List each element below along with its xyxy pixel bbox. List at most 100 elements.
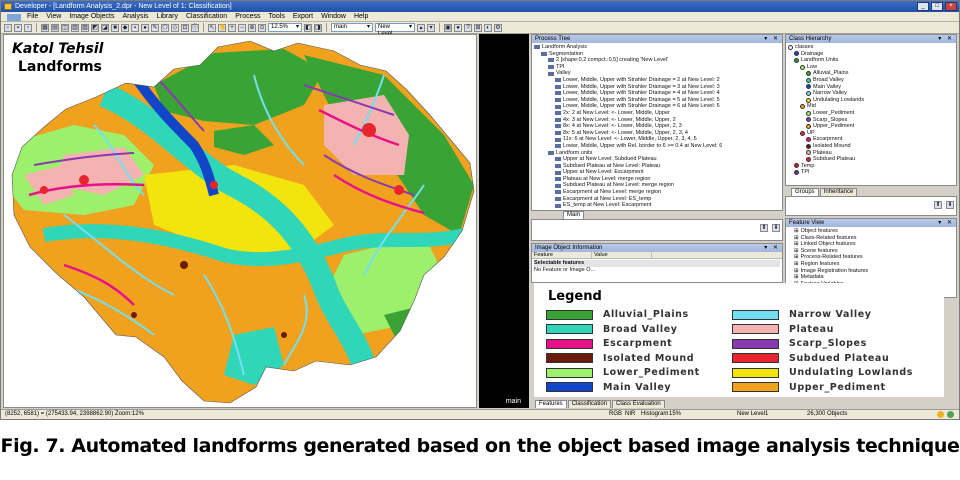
class-tree-row[interactable]: Undulating Lowlands [788, 97, 954, 104]
menu-item[interactable]: Image Objects [69, 12, 114, 21]
process-tree-row[interactable]: Segmentation [534, 51, 780, 58]
outline-icon[interactable]: ◪ [101, 23, 109, 32]
process-tree-row[interactable]: Plateau at New Level: merge region [534, 176, 780, 183]
minimize-button[interactable]: _ [917, 2, 929, 11]
class-tree-row[interactable]: Drainage [788, 51, 954, 58]
process-tree-row[interactable]: Subdued Plateau at New Level: merge regi… [534, 182, 780, 189]
panel-controls[interactable]: ▾ ✕ [938, 219, 954, 227]
process-tree-row[interactable]: Lower, Middle, Upper with Strahler Drain… [534, 90, 780, 97]
process-tree-row[interactable]: Lower, Middle, Upper with Strahler Drain… [534, 97, 780, 104]
record-icon[interactable]: ● [454, 23, 462, 32]
process-tree-row[interactable]: 2x: 2 at New Level: <- Lower, Middle, Up… [534, 110, 780, 117]
process-tree[interactable]: Landform Analysis Segmentation 2 [shape:0.… [532, 43, 782, 210]
process-tree-row[interactable]: Upper at New Level: Escarpment [534, 169, 780, 176]
save-icon[interactable]: ▪ [14, 23, 22, 32]
table-icon[interactable]: ▥ [71, 23, 79, 32]
view-icon[interactable]: ◫ [61, 23, 69, 32]
process-tree-row[interactable]: Lower, Middle, Upper with Strahler Drain… [534, 84, 780, 91]
feature-tree-row[interactable]: ⊞ Object features [788, 228, 954, 235]
zoom-fit-icon[interactable]: ⊙ [258, 23, 266, 32]
process-tree-row[interactable]: TPI [534, 64, 780, 71]
layer-select[interactable]: main ▾ [331, 23, 373, 32]
process-tree-row[interactable]: Landform Analysis [534, 44, 780, 51]
down-level-icon[interactable]: ▾ [427, 23, 435, 32]
layer-icon[interactable]: ▦ [41, 23, 49, 32]
class-tree-row[interactable]: Landform Units [788, 57, 954, 64]
menu-item[interactable]: File [27, 12, 38, 21]
class-tree-row[interactable]: Isolated Mound [788, 143, 954, 150]
info-icon[interactable]: ⓘ [191, 23, 199, 32]
process-tree-row[interactable]: Valley [534, 70, 780, 77]
menu-item[interactable]: Library [157, 12, 178, 21]
class-tree-row[interactable]: Temp [788, 163, 954, 170]
tab-class-hierarchy[interactable]: Inheritance [819, 188, 858, 196]
feature-tree-row[interactable]: ⊞ Class-Related features [788, 235, 954, 242]
hand-icon[interactable]: ✋ [218, 23, 226, 32]
tab-bottom[interactable]: Classification [567, 400, 612, 408]
menu-item[interactable]: Window [321, 12, 346, 21]
fill-icon[interactable]: ■ [111, 23, 119, 32]
chart-icon[interactable]: ▧ [81, 23, 89, 32]
mode-icon[interactable]: ◐ [484, 23, 492, 32]
process-tree-row[interactable]: 8x: 4 at New Level: <- Lower, Middle, Up… [534, 123, 780, 130]
tab-main[interactable]: Main [563, 211, 585, 219]
menu-item[interactable]: Classification [186, 12, 227, 21]
feature-tree-row[interactable]: ⊞ Process-Related features [788, 254, 954, 261]
arrow-down-icon[interactable]: ⬇ [772, 224, 780, 232]
panel-controls[interactable]: ▾ ✕ [764, 35, 780, 43]
class-tree-row[interactable]: TPI [788, 169, 954, 176]
process-tree-row[interactable]: ES_temp at New Level: Escarpment [534, 202, 780, 209]
zoom-window-icon[interactable]: ⊕ [248, 23, 256, 32]
process-tree-row[interactable]: Lower, Middle, Upper with Rel. border to… [534, 143, 780, 150]
up-level-icon[interactable]: ▴ [417, 23, 425, 32]
menu-item[interactable]: Export [293, 12, 313, 21]
menu-item[interactable]: Help [354, 12, 368, 21]
process-tree-row[interactable]: Escarpment at New Level: ES_temp [534, 196, 780, 203]
feature-tree-row[interactable]: ⊞ Metadata [788, 274, 954, 281]
menu-item[interactable]: Process [235, 12, 260, 21]
menu-item[interactable]: Tools [269, 12, 285, 21]
process-tree-row[interactable]: Lower, Middle, Upper with Strahler Drain… [534, 77, 780, 84]
zoom-in-icon[interactable]: + [228, 23, 236, 32]
pixel-icon[interactable]: ▪ [131, 23, 139, 32]
feature-tree-row[interactable]: ⊞ Scene features [788, 248, 954, 255]
print-icon[interactable]: ▫ [24, 23, 32, 32]
class-tree-row[interactable]: Alluvial_Plains [788, 70, 954, 77]
class-tree-row[interactable]: Plateau [788, 150, 954, 157]
class-tree[interactable]: classes Drainage Landform Units Low Alluvial… [786, 43, 956, 177]
object-icon[interactable]: ◩ [91, 23, 99, 32]
maximize-button[interactable]: □ [931, 2, 943, 11]
class-tree-row[interactable]: Narrow Valley [788, 90, 954, 97]
class-tree-row[interactable]: Mid [788, 103, 954, 110]
swipe-icon[interactable]: ◨ [314, 23, 322, 32]
vector-icon[interactable]: ◇ [171, 23, 179, 32]
arrow-down-icon[interactable]: ⬇ [946, 201, 954, 209]
open-icon[interactable]: ▫ [4, 23, 12, 32]
settings-icon[interactable]: ⚙ [494, 23, 502, 32]
close-button[interactable]: × [945, 2, 957, 11]
class-tree-row[interactable]: Lower_Pediment [788, 110, 954, 117]
panel-controls[interactable]: ▾ ✕ [938, 35, 954, 43]
class-tree-row[interactable]: Scarp_Slopes [788, 117, 954, 124]
level-select[interactable]: New Level ▾ [375, 23, 415, 37]
process-tree-row[interactable]: 4x: 3 at New Level: <- Lower, Middle, Up… [534, 117, 780, 124]
pointer-icon[interactable]: ↖ [208, 23, 216, 32]
class-tree-row[interactable]: Subdued Plateau [788, 156, 954, 163]
grid-icon[interactable]: ▤ [51, 23, 59, 32]
class-tree-row[interactable]: Low [788, 64, 954, 71]
class-tree-row[interactable]: UP [788, 130, 954, 137]
tab-bottom[interactable]: Class Evaluation [612, 400, 665, 408]
panel-controls[interactable]: ▾ ✕ [764, 244, 780, 252]
lock-icon[interactable]: ⊡ [181, 23, 189, 32]
sample-icon[interactable]: ● [141, 23, 149, 32]
process-tree-row[interactable]: Subdued Plateau at New Level: Plateau [534, 163, 780, 170]
process-icon[interactable]: ▣ [444, 23, 452, 32]
map-view[interactable]: Katol Tehsil Landforms [3, 34, 477, 408]
process-tree-row[interactable]: 8x: 5 at New Level: <- Lower, Middle, Up… [534, 130, 780, 137]
class-tree-row[interactable]: Broad Valley [788, 77, 954, 84]
help-icon[interactable]: ? [464, 23, 472, 32]
tree-icon[interactable]: ⊞ [474, 23, 482, 32]
feature-tree[interactable]: ⊞ Object features ⊞ Class-Related features ⊞… [786, 227, 956, 288]
arrow-up-icon[interactable]: ⬆ [760, 224, 768, 232]
tab-class-hierarchy[interactable]: Groups [791, 188, 819, 196]
